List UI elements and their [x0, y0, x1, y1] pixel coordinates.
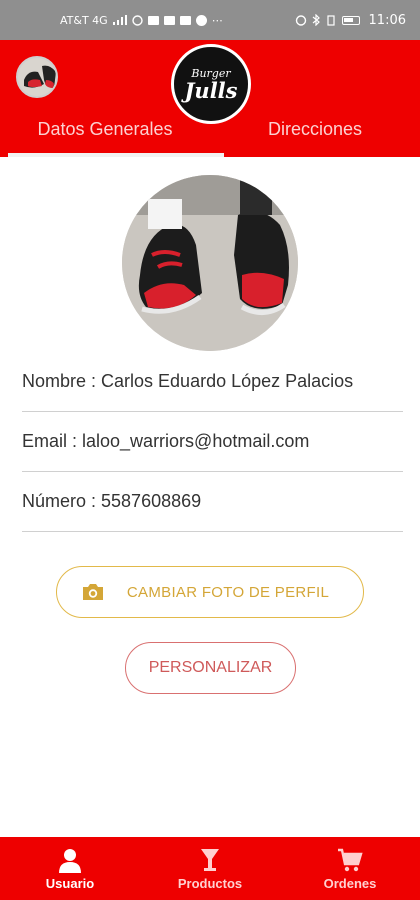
personalize-label: PERSONALIZAR: [148, 659, 273, 676]
profile-photo: [122, 175, 298, 351]
app-header: Burger Julls Datos Generales Direcciones: [0, 40, 420, 157]
bottom-nav: Usuario Productos Ordenes: [0, 837, 420, 900]
whatsapp-icon: [132, 14, 143, 26]
mail-icon: [179, 15, 191, 25]
more-icon: ⋯: [211, 13, 223, 27]
camera-icon: [82, 584, 103, 600]
facebook-icon: [195, 14, 207, 26]
alarm-icon: [295, 15, 306, 26]
nav-label: Usuario: [45, 875, 95, 891]
bluetooth-icon: [312, 14, 320, 26]
status-time: 11:06: [368, 12, 406, 28]
nav-ordenes[interactable]: Ordenes: [280, 837, 420, 900]
header-avatar[interactable]: [16, 56, 58, 98]
nav-productos[interactable]: Productos: [140, 837, 280, 900]
signal-icon: [112, 15, 127, 25]
drink-icon: [201, 848, 219, 871]
phone-text: Número : 5587608869: [22, 491, 202, 511]
change-photo-button[interactable]: CAMBIAR FOTO DE PERFIL: [56, 566, 364, 618]
screen: AT&T 4G ⋯ 11:06 Burger Julls Datos Gener…: [0, 0, 420, 900]
avatar-image: [18, 58, 56, 96]
status-right: 11:06: [295, 13, 406, 28]
brand-logo: Burger Julls: [171, 44, 251, 124]
nav-label: Ordenes: [323, 875, 377, 891]
email-text: Email : laloo_warriors@hotmail.com: [22, 431, 310, 451]
name-row: Nombre : Carlos Eduardo López Palacios: [22, 352, 403, 412]
status-left: AT&T 4G ⋯: [60, 14, 223, 27]
logo-main-text: Julls: [184, 78, 238, 103]
carrier-label: AT&T 4G: [60, 13, 108, 27]
tab-label: Datos Generales: [37, 119, 173, 139]
vibrate-icon: [326, 14, 335, 26]
change-photo-label: CAMBIAR FOTO DE PERFIL: [126, 583, 330, 601]
cart-icon: [338, 848, 363, 871]
tab-label: Direcciones: [267, 119, 363, 139]
email-row: Email : laloo_warriors@hotmail.com: [22, 412, 403, 472]
name-text: Nombre : Carlos Eduardo López Palacios: [22, 371, 354, 391]
phone-row: Número : 5587608869: [22, 472, 403, 532]
mail-icon: [163, 15, 175, 25]
active-tab-indicator: [8, 153, 224, 157]
tab-datos-generales[interactable]: Datos Generales: [0, 114, 210, 157]
mail-icon: [147, 15, 159, 25]
nav-label: Productos: [177, 875, 243, 891]
battery-icon: [341, 15, 360, 25]
user-icon: [59, 848, 81, 873]
status-bar: AT&T 4G ⋯ 11:06: [0, 0, 420, 40]
personalize-button[interactable]: PERSONALIZAR: [125, 642, 296, 694]
tab-direcciones[interactable]: Direcciones: [210, 114, 420, 157]
profile-photo-image: [122, 175, 298, 351]
tab-bar: Datos Generales Direcciones: [0, 114, 420, 157]
nav-usuario[interactable]: Usuario: [0, 837, 140, 900]
